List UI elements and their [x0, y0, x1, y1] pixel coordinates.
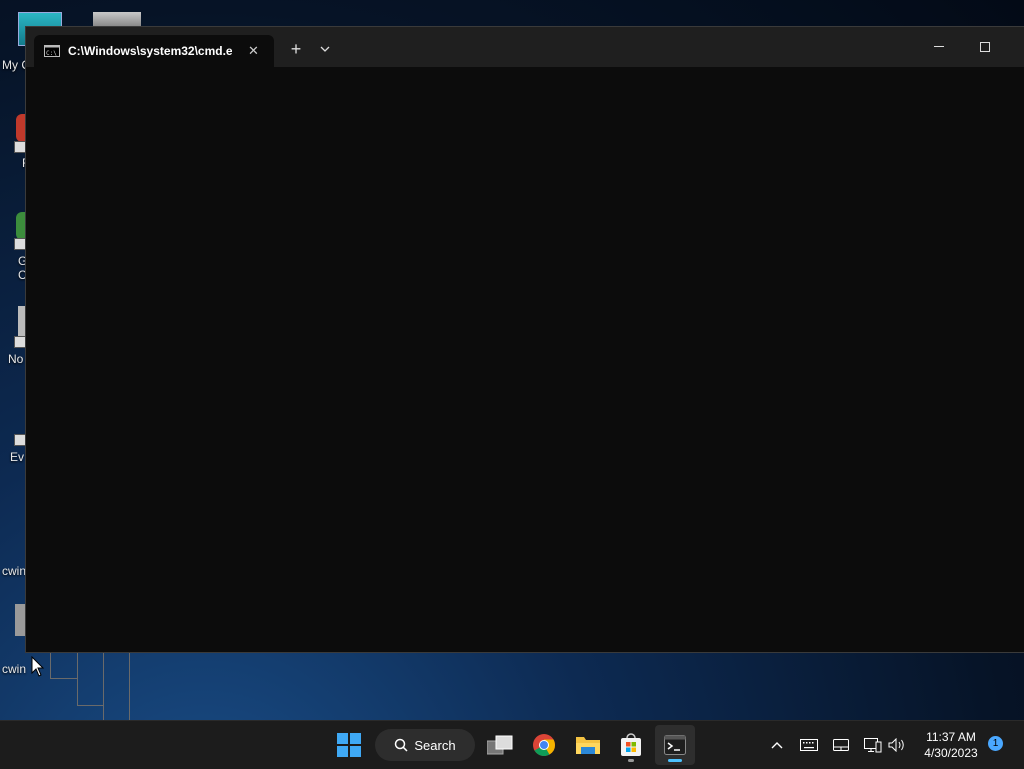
maximize-icon [980, 42, 990, 52]
window-edge [129, 653, 130, 720]
network-button[interactable] [861, 721, 885, 769]
search-icon [395, 738, 408, 752]
keyboard-button[interactable] [797, 721, 821, 769]
desktop-icon-label: cwin [2, 662, 27, 676]
terminal-icon [664, 735, 686, 755]
touchpad-icon [833, 739, 849, 751]
desktop-icon-label: cwin [2, 564, 27, 578]
tab-dropdown-button[interactable] [314, 37, 336, 61]
windows-logo-icon [337, 733, 361, 757]
clock[interactable]: 11:37 AM 4/30/2023 [916, 729, 986, 761]
file-explorer-button[interactable] [568, 725, 608, 765]
task-view-icon [487, 735, 513, 755]
microsoft-store-icon [621, 733, 641, 756]
tab-cmd[interactable]: C:\ C:\Windows\system32\cmd.exe ✕ [34, 35, 274, 67]
chrome-button[interactable] [524, 725, 564, 765]
terminal-title-bar[interactable]: C:\ C:\Windows\system32\cmd.exe ✕ + [26, 27, 1024, 67]
mouse-cursor-icon [31, 656, 45, 677]
window-edge [77, 653, 78, 705]
terminal-window[interactable]: C:\ C:\Windows\system32\cmd.exe ✕ + [25, 26, 1024, 653]
cmd-icon: C:\ [44, 45, 60, 57]
search-label: Search [414, 737, 456, 753]
start-button[interactable] [329, 725, 369, 765]
desktop-icon-label: No [8, 352, 24, 366]
app-shortcut-icon[interactable] [15, 604, 25, 636]
clock-time: 11:37 AM [926, 730, 976, 744]
terminal-console[interactable] [26, 67, 1024, 652]
chrome-icon [533, 734, 555, 756]
maximize-button[interactable] [962, 27, 1008, 67]
show-hidden-icons-button[interactable] [766, 721, 788, 769]
active-indicator [668, 759, 682, 762]
file-explorer-icon [576, 737, 600, 754]
notification-badge[interactable]: 1 [988, 736, 1003, 751]
svg-text:C:\: C:\ [46, 50, 57, 57]
microsoft-store-button[interactable] [611, 725, 651, 765]
window-edge [50, 653, 51, 678]
touchpad-button[interactable] [829, 721, 853, 769]
network-icon [864, 738, 882, 753]
chevron-up-icon [771, 742, 783, 749]
minimize-icon [934, 46, 944, 47]
window-edge [103, 653, 104, 720]
window-edge [50, 678, 77, 679]
desktop-icon-label: Ev [10, 450, 25, 464]
keyboard-icon [800, 739, 818, 751]
tab-title: C:\Windows\system32\cmd.exe [68, 44, 232, 58]
new-tab-button[interactable]: + [284, 37, 308, 61]
taskbar: Search 11:37 AM 4/30/2023 [0, 720, 1024, 769]
clock-date: 4/30/2023 [924, 746, 978, 760]
volume-button[interactable] [885, 721, 909, 769]
close-tab-icon[interactable]: ✕ [248, 43, 259, 59]
window-edge [77, 705, 103, 706]
search-box[interactable]: Search [375, 729, 475, 761]
chevron-down-icon [320, 46, 330, 52]
task-view-button[interactable] [480, 725, 520, 765]
terminal-taskbar-button[interactable] [655, 725, 695, 765]
volume-icon [888, 738, 904, 752]
running-indicator [628, 759, 634, 762]
desktop-icon-recycle[interactable] [93, 12, 141, 26]
minimize-button[interactable] [916, 27, 962, 67]
